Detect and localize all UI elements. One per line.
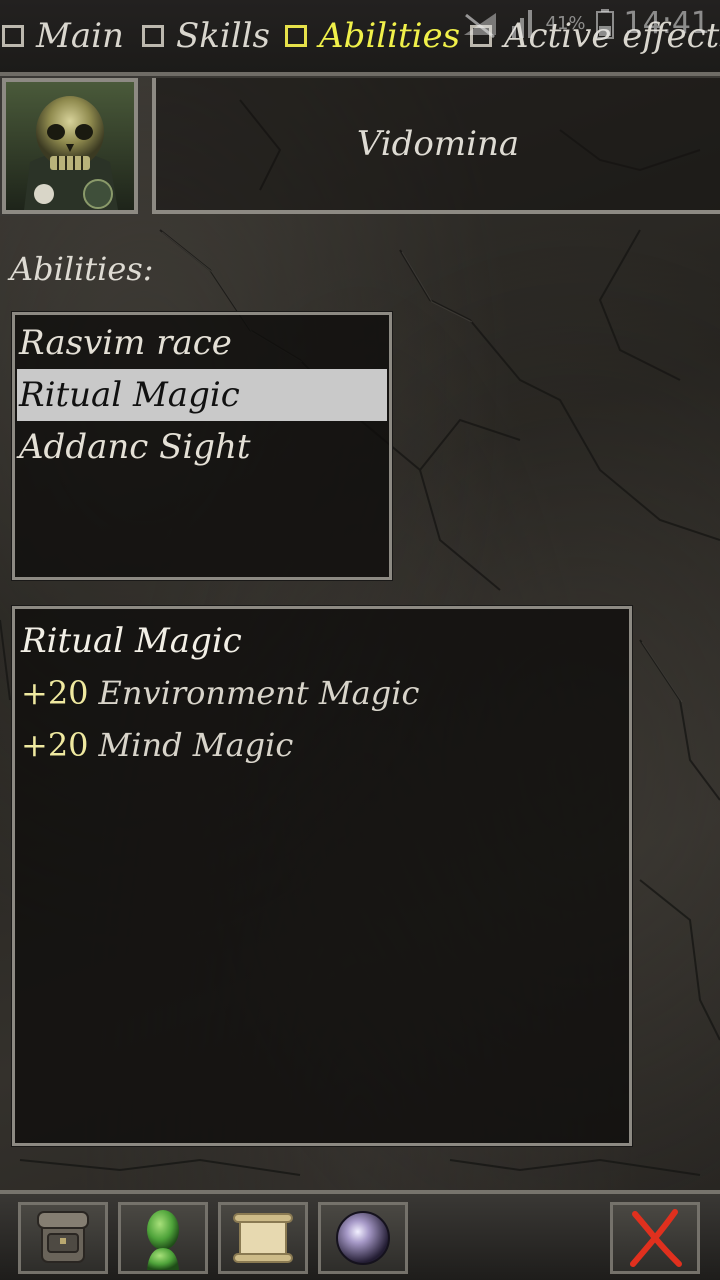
no-signal-icon xyxy=(463,12,496,38)
character-name: Vidomina xyxy=(356,124,520,164)
scroll-icon xyxy=(233,1213,293,1263)
ability-detail-panel: Ritual Magic +20 Environment Magic +20 Min… xyxy=(11,605,633,1147)
character-button[interactable] xyxy=(118,1202,208,1274)
battery-icon xyxy=(595,8,614,39)
inventory-button[interactable] xyxy=(18,1202,108,1274)
checkbox-icon xyxy=(2,25,24,47)
effect-skill: Environment Magic xyxy=(98,674,420,712)
skull-helmet-portrait-icon xyxy=(6,82,134,210)
journal-button[interactable] xyxy=(218,1202,308,1274)
backpack-icon xyxy=(37,1211,89,1263)
abilities-list: Rasvim race Ritual Magic Addanc Sight xyxy=(11,311,393,581)
tab-abilities[interactable]: Abilities xyxy=(285,10,460,62)
list-item[interactable]: Addanc Sight xyxy=(17,421,387,473)
battery-percent: 41% xyxy=(545,13,586,34)
tab-skills[interactable]: Skills xyxy=(142,10,270,62)
tab-skills-label: Skills xyxy=(176,16,270,56)
tab-abilities-label: Abilities xyxy=(319,16,461,56)
ability-effect-row: +20 Environment Magic xyxy=(21,667,623,719)
list-item[interactable]: Rasvim race xyxy=(17,317,387,369)
clock: 14:41 xyxy=(623,6,710,41)
magic-button[interactable] xyxy=(318,1202,408,1274)
ability-effect-row: +20 Mind Magic xyxy=(21,719,623,771)
effect-skill: Mind Magic xyxy=(98,726,294,764)
head-icon xyxy=(147,1210,179,1270)
tab-main-label: Main xyxy=(36,16,124,56)
tab-main[interactable]: Main xyxy=(2,10,124,62)
effect-bonus: +20 xyxy=(21,726,89,764)
system-status-bar: 41% 14:41 xyxy=(460,6,710,41)
close-icon xyxy=(630,1209,682,1267)
effect-bonus: +20 xyxy=(21,674,89,712)
bottom-toolbar xyxy=(0,1190,720,1280)
abilities-heading: Abilities: xyxy=(10,250,154,288)
close-button[interactable] xyxy=(610,1202,700,1274)
character-name-panel: Vidomina xyxy=(152,78,720,214)
signal-icon xyxy=(511,9,532,38)
checkbox-icon xyxy=(142,25,164,47)
orb-icon xyxy=(336,1211,390,1265)
list-item-selected[interactable]: Ritual Magic xyxy=(17,369,387,421)
ability-detail-title: Ritual Magic xyxy=(21,621,242,661)
character-portrait[interactable] xyxy=(0,76,140,216)
checkbox-icon xyxy=(285,25,307,47)
